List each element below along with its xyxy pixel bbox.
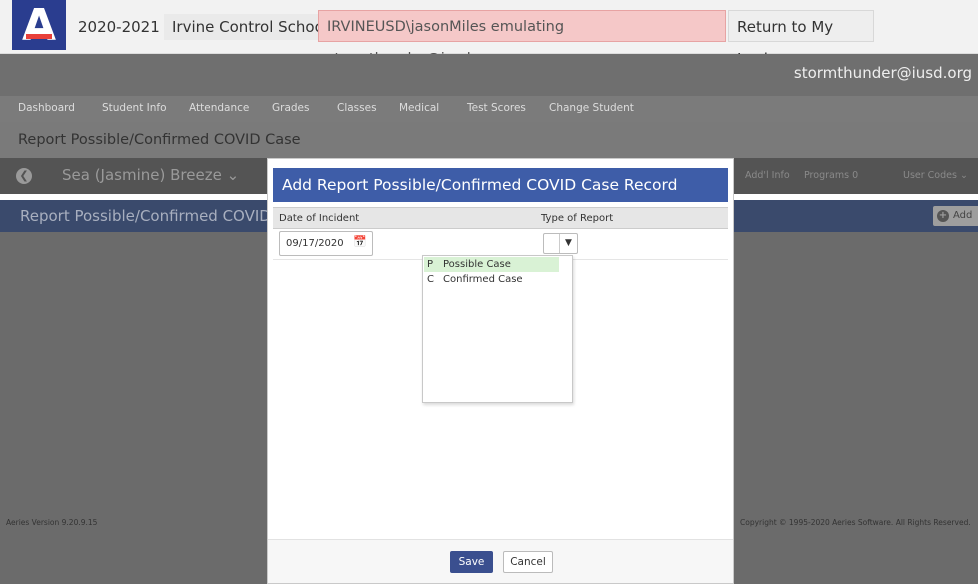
column-header-date: Date of Incident [273,207,535,229]
column-header-type: Type of Report [535,207,728,229]
student-nav-addl-info[interactable]: Add'l Info [745,170,790,181]
copyright-text: Copyright © 1995-2020 Aeries Software. A… [740,518,971,527]
option-code: C [427,274,434,285]
add-record-button[interactable]: + Add [933,206,978,226]
programs-label: Programs [804,170,850,181]
dialog-footer: Save Cancel [268,539,733,583]
nav-student-info[interactable]: Student Info [102,102,167,114]
user-email[interactable]: stormthunder@iusd.org [794,64,972,82]
cancel-button[interactable]: Cancel [503,551,553,573]
dialog-title: Add Report Possible/Confirmed COVID Case… [273,168,728,202]
nav-grades[interactable]: Grades [272,102,309,114]
nav-medical[interactable]: Medical [399,102,439,114]
user-bar: stormthunder@iusd.org [0,54,978,96]
arrow-left-circle-icon[interactable]: ❮ [16,168,32,184]
option-label: Confirmed Case [443,274,523,285]
chevron-down-icon: ⌄ [226,166,240,184]
plus-circle-icon: + [937,210,949,222]
option-possible-case[interactable]: P Possible Case [424,257,559,272]
page-title: Report Possible/Confirmed COVID Case [0,122,978,158]
student-name-selector[interactable]: Sea (Jasmine) Breeze ⌄ [62,166,239,184]
logo-accent-bar [26,34,52,39]
emulating-banner: IRVINEUSD\jasonMiles emulating stormthun… [318,10,726,67]
nav-attendance[interactable]: Attendance [189,102,249,114]
calendar-icon[interactable]: 📅 [353,235,367,249]
student-nav-programs[interactable]: Programs 0 [804,170,858,181]
top-bar: A 2020-2021 Irvine Control School IRVINE… [0,0,978,68]
option-label: Possible Case [443,259,511,270]
version-text: Aeries Version 9.20.9.15 [6,518,98,527]
school-year-selector[interactable]: 2020-2021 [70,14,168,40]
return-to-login-button[interactable]: Return to My Login [728,10,874,68]
caret-down-icon[interactable]: ▼ [559,234,577,253]
nav-test-scores[interactable]: Test Scores [467,102,526,114]
student-name: Sea (Jasmine) Breeze [62,166,222,184]
nav-dashboard[interactable]: Dashboard [18,102,75,114]
add-button-label: Add [953,210,973,221]
type-of-report-dropdown: P Possible Case C Confirmed Case [422,255,573,403]
chevron-down-icon: ⌄ [959,170,968,181]
school-name-selector[interactable]: Irvine Control School [164,14,336,40]
logo-letter-a-icon: A [21,0,57,51]
programs-count-badge: 0 [852,170,859,181]
add-record-dialog: Add Report Possible/Confirmed COVID Case… [267,158,734,584]
nav-classes[interactable]: Classes [337,102,377,114]
save-button[interactable]: Save [450,551,493,573]
main-nav: Dashboard Student Info Attendance Grades… [0,96,978,122]
type-of-report-select[interactable]: ▼ [543,233,578,254]
student-nav-user-codes[interactable]: User Codes ⌄ [903,170,968,181]
aeries-logo[interactable]: A [12,0,66,50]
option-code: P [427,259,434,270]
user-codes-label: User Codes [903,170,957,181]
option-confirmed-case[interactable]: C Confirmed Case [424,272,559,287]
nav-change-student[interactable]: Change Student [549,102,634,114]
